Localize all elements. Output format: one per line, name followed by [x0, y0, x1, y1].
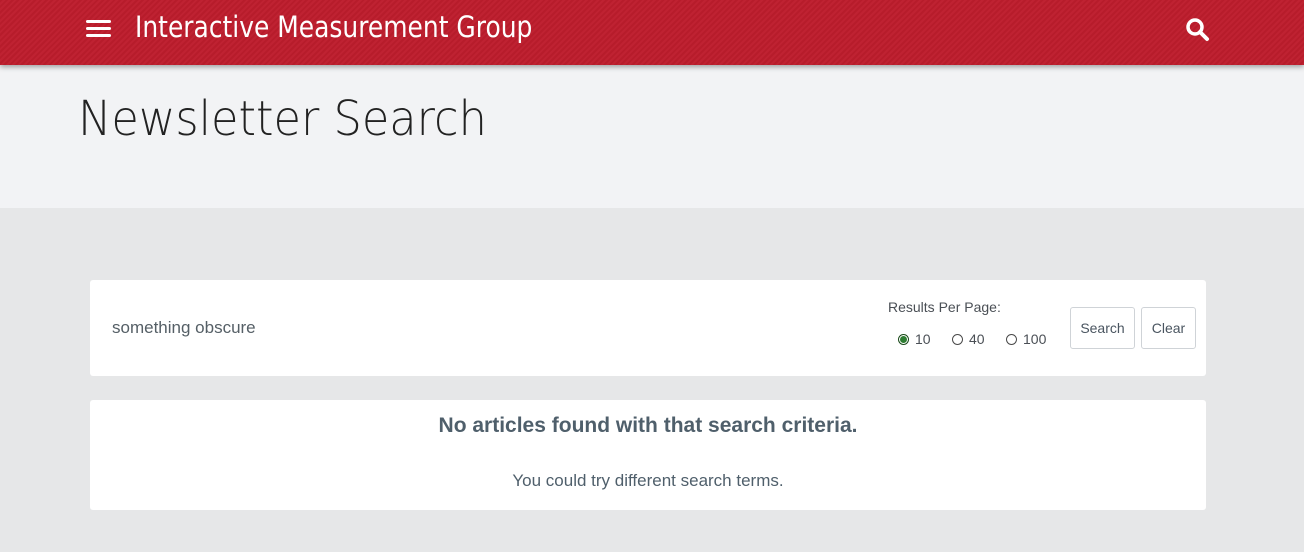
- results-per-page-option-100[interactable]: 100: [1006, 330, 1046, 348]
- search-icon[interactable]: [1185, 17, 1211, 43]
- radio-label: 40: [969, 331, 985, 347]
- hamburger-menu-icon[interactable]: [86, 17, 112, 41]
- clear-button[interactable]: Clear: [1141, 307, 1196, 349]
- page-hero: Newsletter Search: [0, 65, 1304, 208]
- top-bar: Interactive Measurement Group: [0, 0, 1304, 65]
- radio-label: 100: [1023, 331, 1047, 347]
- search-panel: Results Per Page: 10 40 100 Search Clear: [90, 280, 1206, 376]
- results-per-page-option-10[interactable]: 10: [898, 330, 931, 348]
- search-button[interactable]: Search: [1070, 307, 1135, 349]
- radio-label: 10: [915, 331, 931, 347]
- search-suggestion: You could try different search terms.: [512, 471, 784, 490]
- site-title[interactable]: Interactive Measurement Group: [135, 10, 532, 44]
- radio-button-checked[interactable]: [898, 333, 909, 345]
- results-panel: No articles found with that search crite…: [90, 400, 1206, 510]
- search-input[interactable]: [102, 308, 822, 348]
- no-results-message: No articles found with that search crite…: [438, 414, 858, 437]
- page-title: Newsletter Search: [78, 91, 487, 147]
- radio-button[interactable]: [1006, 333, 1017, 345]
- results-per-page-label: Results Per Page:: [888, 299, 1001, 315]
- radio-button[interactable]: [952, 333, 963, 345]
- results-per-page-option-40[interactable]: 40: [952, 330, 985, 348]
